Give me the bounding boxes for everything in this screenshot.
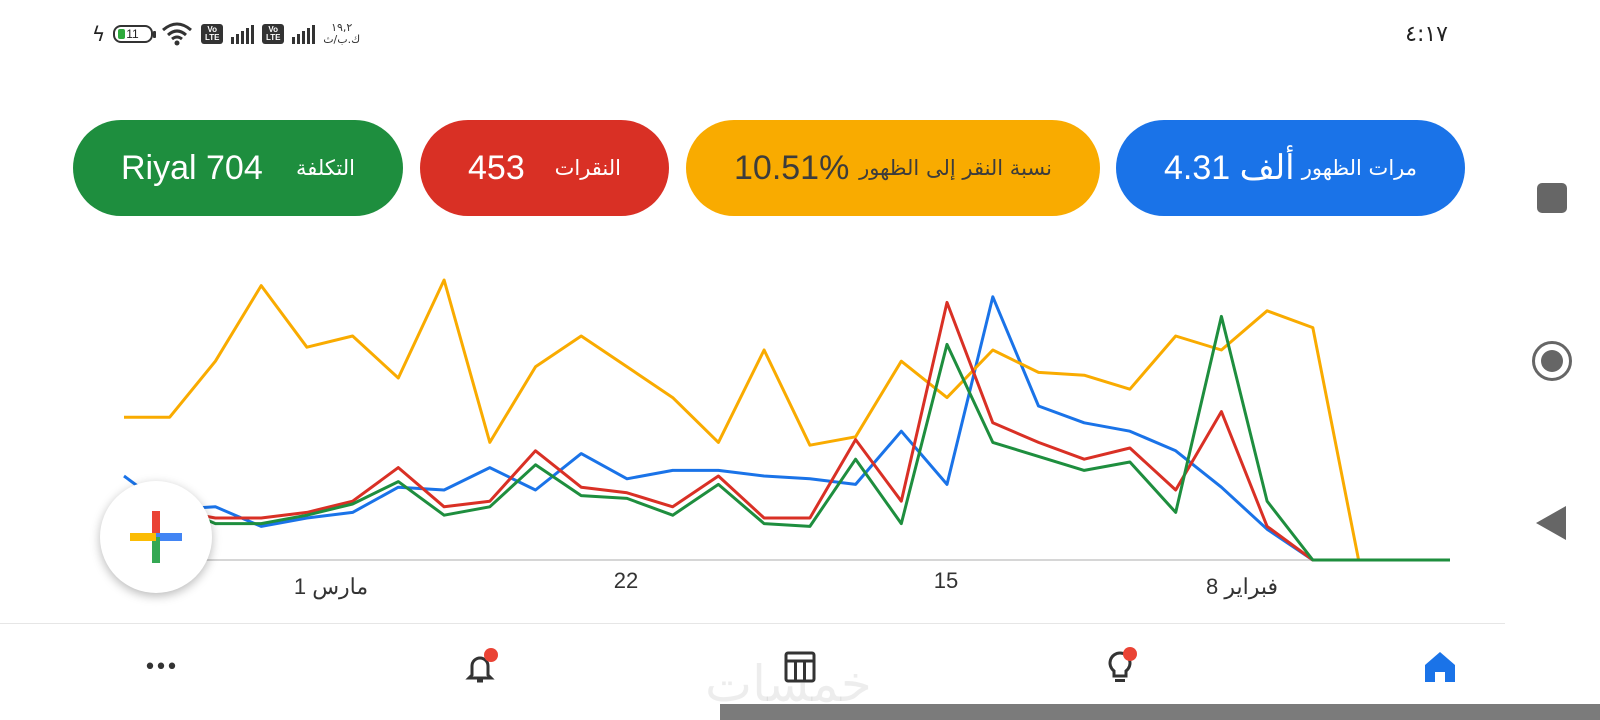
charging-icon: ϟ — [92, 22, 106, 46]
battery-icon: 11 — [113, 25, 157, 43]
x-tick-label: مارس 1 — [294, 574, 368, 600]
nav-recommendations[interactable] — [1096, 643, 1144, 691]
battery-level: 11 — [126, 27, 139, 41]
metric-value: Riyal 704 — [121, 148, 263, 187]
series-line — [123, 295, 1450, 562]
nav-home[interactable] — [1416, 643, 1464, 691]
wifi-icon — [162, 22, 193, 46]
metric-value: 4.31 ألف — [1164, 149, 1295, 187]
metric-value: 453 — [468, 148, 525, 187]
volte-icon-2: Vo LTE — [262, 24, 285, 44]
network-speed: ١٩,٢ ك.ب/ث — [323, 22, 360, 46]
metric-ctr[interactable]: نسبة النقر إلى الظهور 10.51% — [686, 120, 1100, 216]
x-tick-label: 15 — [934, 568, 958, 593]
nav-more[interactable]: ••• — [136, 643, 184, 691]
home-system-button[interactable] — [1532, 341, 1572, 381]
home-icon — [1425, 652, 1455, 682]
recents-button[interactable] — [1537, 183, 1567, 213]
gesture-bar — [720, 704, 1600, 720]
metric-impressions[interactable]: مرات الظهور 4.31 ألف — [1116, 120, 1465, 216]
network-speed-unit: ك.ب/ث — [323, 33, 361, 46]
status-time: ٤:١٧ — [1405, 22, 1448, 47]
metric-label: مرات الظهور — [1301, 156, 1417, 180]
series-layer — [123, 278, 1450, 562]
nav-notifications[interactable] — [456, 643, 504, 691]
add-button[interactable] — [100, 481, 212, 593]
x-tick-label: 22 — [614, 568, 638, 593]
signal-icon-2 — [292, 24, 316, 44]
metric-label: نسبة النقر إلى الظهور — [859, 156, 1052, 180]
plus-icon — [130, 511, 182, 563]
metric-label: النقرات — [554, 156, 621, 180]
performance-line-chart: مارس 1 22 15 فبراير 8 — [123, 278, 1450, 600]
metric-cost[interactable]: التكلفة Riyal 704 — [73, 120, 403, 216]
metric-value: 10.51% — [734, 148, 850, 187]
metric-label: التكلفة — [295, 156, 355, 180]
bottom-nav-divider — [0, 623, 1505, 624]
back-button[interactable] — [1536, 506, 1566, 540]
more-icon: ••• — [143, 654, 179, 680]
metric-clicks[interactable]: النقرات 453 — [420, 120, 669, 216]
notification-dot — [484, 648, 498, 662]
series-line — [123, 314, 1450, 562]
volte-icon: Vo LTE — [201, 24, 224, 44]
x-tick-label: فبراير 8 — [1206, 574, 1278, 600]
status-icons: ϟ 11 Vo LTE Vo LTE ١٩,٢ ك.ب/ث — [92, 18, 360, 50]
notification-dot — [1123, 647, 1137, 661]
signal-icon — [231, 24, 255, 44]
